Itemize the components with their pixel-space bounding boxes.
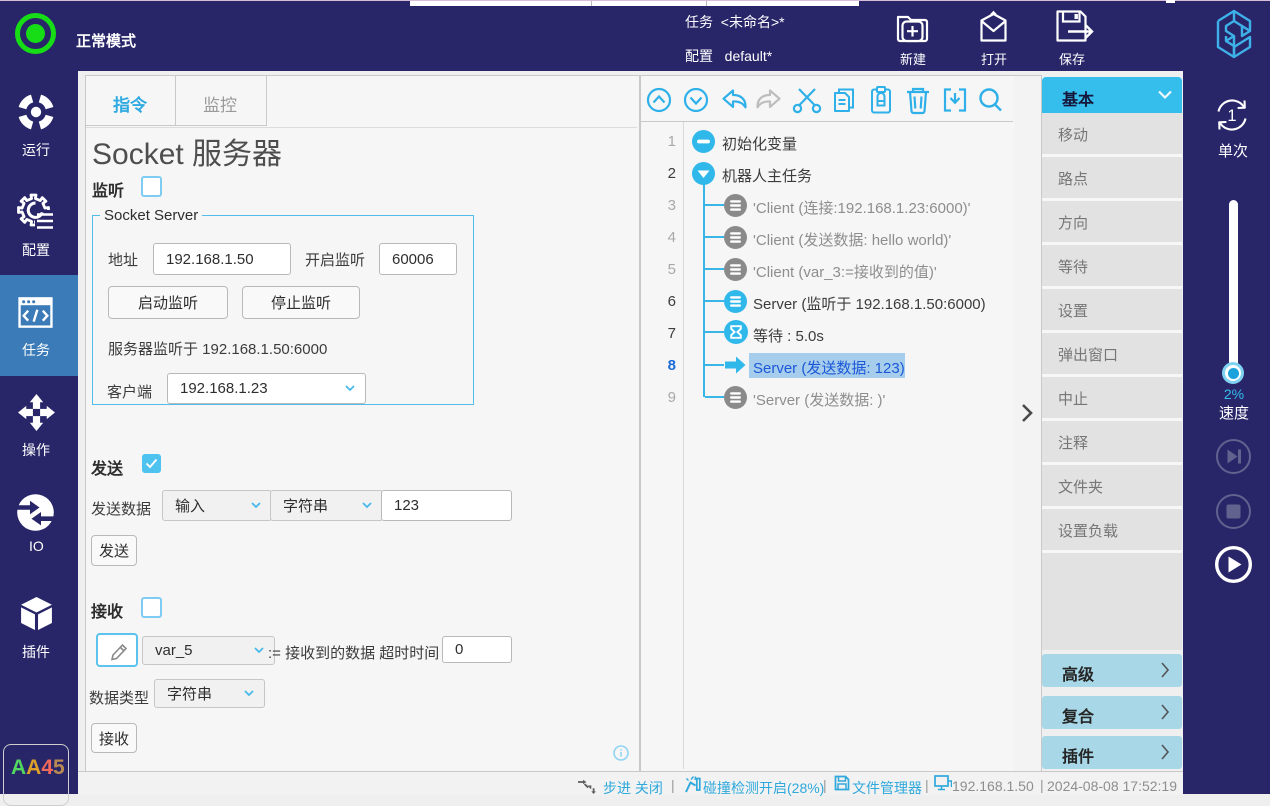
svg-text:1: 1 xyxy=(1227,107,1236,125)
